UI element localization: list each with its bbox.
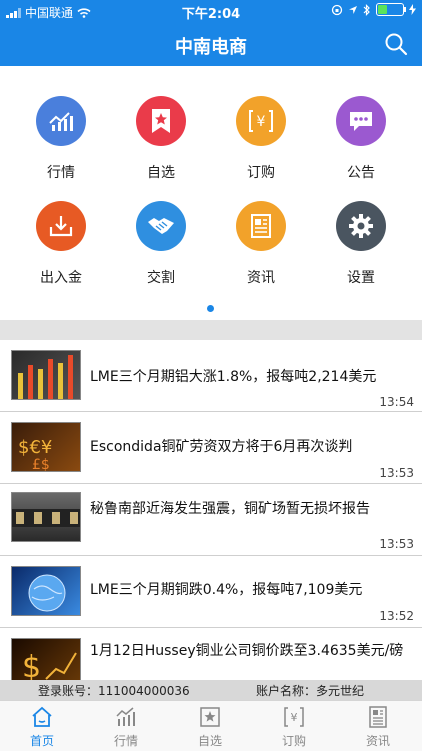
svg-text:¥: ¥ (257, 114, 266, 130)
news-item[interactable]: LME三个月期铝大涨1.8%，报每吨2,214美元 13:54 (0, 340, 422, 412)
grid-item-settings[interactable]: 设置 (311, 171, 411, 286)
grid-label: 交割 (147, 270, 175, 286)
news-time: 13:53 (379, 466, 414, 480)
news-item[interactable]: $ 1月12日Hussey铜业公司铜价跌至3.4635美元/磅 (0, 628, 422, 680)
tab-order[interactable]: ¥ 订购 (252, 701, 336, 751)
news-thumbnail: $€¥ £$ (11, 422, 81, 472)
tab-news[interactable]: 资讯 (336, 701, 420, 751)
grid-item-news[interactable]: 资讯 (211, 171, 311, 286)
chat-bubble-icon (336, 96, 386, 146)
grid-item-funds[interactable]: 出入金 (11, 171, 111, 286)
status-bar: 中国联通 下午2:04 (0, 0, 422, 22)
tab-label: 首页 (29, 734, 54, 748)
search-icon[interactable] (384, 32, 408, 56)
download-tray-icon (36, 201, 86, 251)
tab-label: 行情 (113, 734, 138, 748)
newspaper-icon (369, 706, 387, 728)
tab-label: 自选 (197, 734, 222, 748)
news-title: LME三个月期铝大涨1.8%，报每吨2,214美元 (90, 369, 377, 385)
news-thumbnail (11, 350, 81, 400)
account-number: 登录账号：111004000036 (38, 684, 190, 698)
handshake-icon (136, 201, 186, 251)
newspaper-icon (236, 201, 286, 251)
news-title: LME三个月期铜跌0.4%，报每吨7,109美元 (90, 582, 363, 598)
tab-label: 订购 (281, 734, 306, 748)
svg-text:$: $ (22, 650, 41, 680)
news-item[interactable]: $€¥ £$ Escondida铜矿劳资双方将于6月再次谈判 13:53 (0, 412, 422, 484)
section-divider (0, 320, 422, 340)
orientation-lock-icon (331, 4, 343, 15)
news-thumbnail: $ (11, 638, 81, 680)
news-item[interactable]: 秘鲁南部近海发生强震，铜矿场暂无损坏报告 13:53 (0, 484, 422, 556)
news-title: 1月12日Hussey铜业公司铜价跌至3.4635美元/磅 (90, 643, 404, 659)
location-icon (349, 5, 357, 14)
home-icon (32, 706, 52, 727)
news-thumbnail (11, 492, 81, 542)
bookmark-star-icon (136, 96, 186, 146)
grid-item-delivery[interactable]: 交割 (111, 171, 211, 286)
battery-icon (376, 3, 406, 16)
svg-text:$€¥: $€¥ (18, 437, 52, 458)
svg-text:¥: ¥ (291, 711, 298, 724)
grid-label: 出入金 (40, 270, 82, 286)
grid-label: 设置 (347, 270, 375, 286)
charging-icon (409, 4, 416, 15)
chart-icon (36, 96, 86, 146)
tab-quotes[interactable]: 行情 (84, 701, 168, 751)
account-bar: 登录账号：111004000036 账户名称：多元世纪 (0, 680, 422, 700)
grid-item-watchlist[interactable]: 自选 (111, 66, 211, 181)
bookmark-star-icon (200, 707, 220, 727)
tab-watchlist[interactable]: 自选 (168, 701, 252, 751)
status-right (331, 3, 416, 16)
news-title: 秘鲁南部近海发生强震，铜矿场暂无损坏报告 (90, 501, 370, 517)
news-thumbnail (11, 566, 81, 616)
page-title: 中南电商 (175, 37, 247, 58)
news-time: 13:52 (379, 609, 414, 623)
yen-bracket-icon: ¥ (236, 96, 286, 146)
tab-label: 资讯 (365, 734, 390, 748)
news-time: 13:53 (379, 537, 414, 551)
bluetooth-icon (363, 3, 370, 16)
news-list: LME三个月期铝大涨1.8%，报每吨2,214美元 13:54 $€¥ £$ E… (0, 340, 422, 680)
gear-icon (336, 201, 386, 251)
grid-label: 资讯 (247, 270, 275, 286)
news-item[interactable]: LME三个月期铜跌0.4%，报每吨7,109美元 13:52 (0, 556, 422, 628)
tab-bar: 首页 行情 自选 ¥ 订购 资讯 (0, 700, 422, 751)
news-title: Escondida铜矿劳资双方将于6月再次谈判 (90, 439, 353, 455)
news-time: 13:54 (379, 395, 414, 409)
chart-icon (116, 707, 135, 726)
tab-home[interactable]: 首页 (0, 701, 84, 751)
function-grid: 行情 自选 ¥ 订购 公告 出入金 交割 资讯 设置 (0, 66, 422, 320)
account-name: 账户名称：多元世纪 (256, 684, 365, 698)
yen-bracket-icon: ¥ (284, 707, 304, 727)
grid-item-notice[interactable]: 公告 (311, 66, 411, 181)
grid-item-quotes[interactable]: 行情 (11, 66, 111, 181)
svg-text:£$: £$ (32, 457, 50, 472)
grid-item-order[interactable]: ¥ 订购 (211, 66, 311, 181)
page-indicator-dot (207, 305, 214, 312)
header-bar: 中南电商 (0, 22, 422, 66)
